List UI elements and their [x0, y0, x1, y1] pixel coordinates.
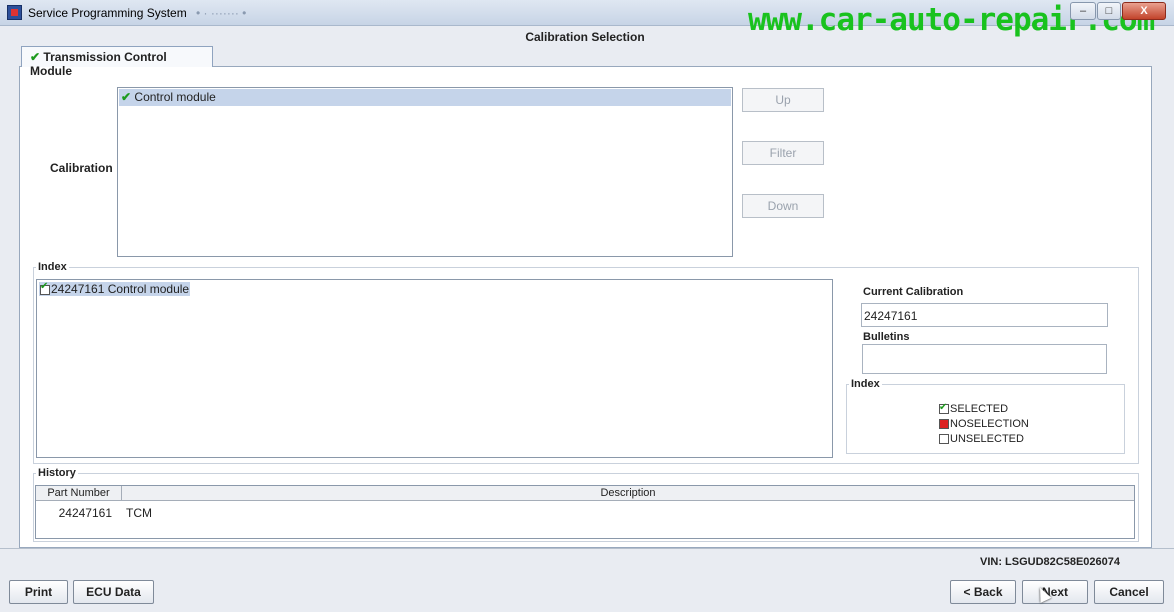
check-icon: ✔	[121, 90, 132, 104]
calibration-list[interactable]: ✔ Control module	[117, 87, 733, 257]
up-button[interactable]: Up	[742, 88, 824, 112]
next-button[interactable]: Next	[1022, 580, 1088, 604]
index-legend: SELECTED NOSELECTION UNSELECTED	[939, 400, 1029, 447]
part-number-cell: 24247161	[58, 506, 112, 520]
legend-noselection: NOSELECTION	[939, 417, 1029, 432]
column-header-description[interactable]: Description	[122, 486, 1134, 501]
check-icon: ✔	[30, 50, 41, 64]
legend-unselected: UNSELECTED	[939, 432, 1029, 447]
cancel-button[interactable]: Cancel	[1094, 580, 1164, 604]
tab-transmission-control-module[interactable]: ✔ Transmission Control Module	[21, 46, 213, 78]
legend-unselected-label: UNSELECTED	[950, 433, 1024, 445]
selected-checkbox-icon	[40, 281, 50, 295]
index-legend-title: Index	[849, 378, 882, 390]
index-list[interactable]: 24247161 Control module	[36, 279, 833, 458]
legend-noselection-label: NOSELECTION	[950, 418, 1029, 430]
down-button[interactable]: Down	[742, 194, 824, 218]
noselection-checkbox-icon	[939, 419, 949, 430]
index-item-label: 24247161 Control module	[51, 282, 190, 296]
vin-label: VIN: LSGUD82C58E026074	[980, 556, 1121, 568]
calibration-item-label: Control module	[134, 90, 216, 104]
column-header-part-number[interactable]: Part Number	[36, 486, 122, 501]
table-row[interactable]: 24247161 TCM	[36, 503, 1134, 521]
history-title: History	[36, 467, 78, 479]
calibration-label: Calibration	[50, 161, 113, 175]
window-title: Service Programming System	[28, 6, 187, 20]
app-icon	[7, 5, 22, 20]
bulletins-label: Bulletins	[863, 331, 910, 343]
close-button[interactable]: X	[1122, 2, 1166, 20]
maximize-button[interactable]: □	[1097, 2, 1121, 20]
legend-selected-label: SELECTED	[950, 403, 1009, 415]
divider	[0, 548, 1174, 549]
back-button[interactable]: < Back	[950, 580, 1016, 604]
list-item[interactable]: 24247161 Control module	[39, 281, 191, 296]
window-ghost-title: • · ······· •	[196, 6, 247, 20]
bulletins-field[interactable]	[862, 344, 1107, 374]
list-item[interactable]: ✔ Control module	[119, 89, 731, 106]
unselected-checkbox-icon	[939, 434, 949, 445]
current-calibration-label: Current Calibration	[863, 286, 964, 298]
print-button[interactable]: Print	[9, 580, 68, 604]
history-table: Part Number Description 24247161 TCM	[35, 485, 1135, 539]
index-group-title: Index	[36, 261, 69, 273]
current-calibration-field[interactable]: 24247161	[861, 303, 1108, 327]
ecu-data-button[interactable]: ECU Data	[73, 580, 154, 604]
selected-checkbox-icon	[939, 400, 949, 415]
description-cell: TCM	[126, 506, 152, 520]
minimize-button[interactable]: –	[1070, 2, 1096, 20]
page-title: Calibration Selection	[525, 30, 645, 44]
legend-selected: SELECTED	[939, 400, 1029, 417]
filter-button[interactable]: Filter	[742, 141, 824, 165]
